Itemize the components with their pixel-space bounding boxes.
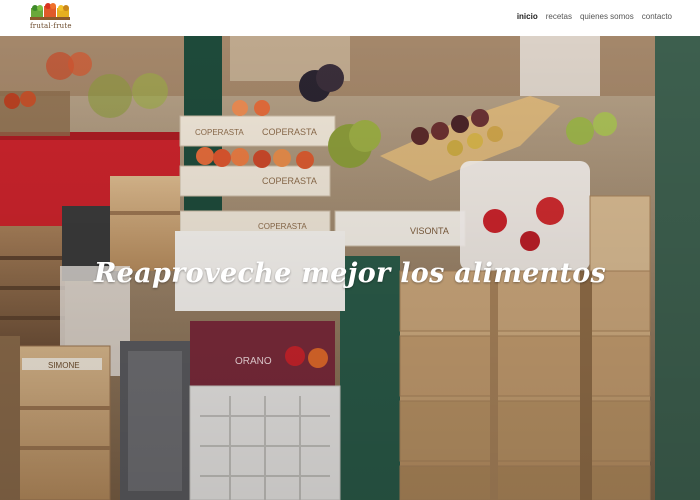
logo[interactable]: frutal·frute — [30, 2, 72, 34]
nav-item-contacto[interactable]: contacto — [642, 12, 672, 21]
fruit-crates-logo-icon — [30, 3, 70, 20]
site-header: frutal·frute inicio recetas quienes somo… — [0, 0, 700, 36]
brand-name: frutal·frute — [30, 22, 72, 30]
main-nav: inicio recetas quienes somos contacto — [517, 12, 672, 21]
hero-banner: COPERASTA COPERASTA COPERASTA COPERASTA … — [0, 36, 700, 500]
nav-item-inicio[interactable]: inicio — [517, 12, 538, 21]
nav-item-quienes-somos[interactable]: quienes somos — [580, 12, 634, 21]
hero-title: Reaproveche mejor los alimentos — [93, 258, 607, 289]
nav-item-recetas[interactable]: recetas — [546, 12, 572, 21]
